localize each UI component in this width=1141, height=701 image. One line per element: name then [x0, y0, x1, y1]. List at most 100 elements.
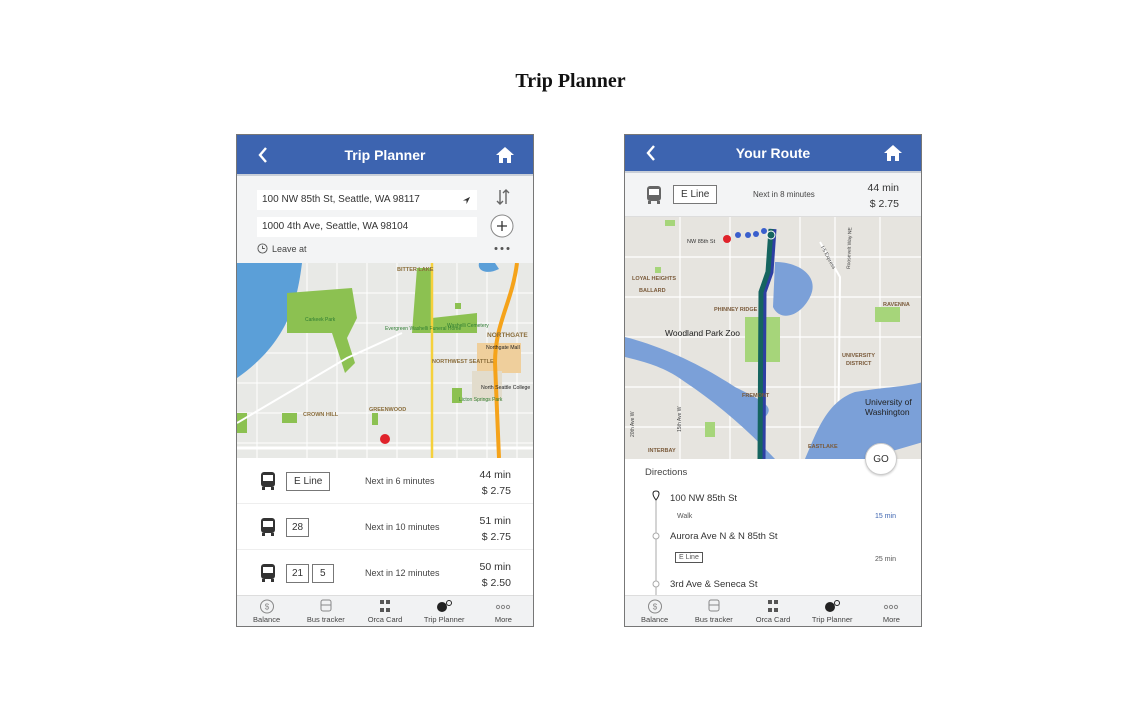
tab-balance[interactable]: $ Balance	[237, 596, 296, 626]
results-list: E Line Next in 6 minutes 44 min $ 2.75 28…	[237, 458, 533, 596]
tab-bus-tracker[interactable]: Bus tracker	[296, 596, 355, 626]
tab-label: Trip Planner	[423, 615, 465, 624]
map-pin-route-icon	[825, 600, 841, 612]
duration: 50 min	[479, 561, 511, 573]
to-input[interactable]: 1000 4th Ave, Seattle, WA 98104	[257, 217, 477, 237]
trip-planner-screen: Trip Planner 100 NW 85th St, Seattle, WA…	[236, 134, 534, 627]
leave-at-label: Leave at	[272, 243, 307, 254]
origin-pin	[380, 434, 390, 444]
map-label: CROWN HILL	[303, 412, 339, 418]
svg-text:$: $	[264, 603, 269, 612]
fare: $ 2.75	[481, 531, 511, 543]
map-label: Washelli Cemetery	[447, 323, 489, 329]
map-pin-route-icon	[437, 600, 453, 612]
tab-bar: $ Balance Bus tracker Orca Card Trip Plan…	[625, 595, 921, 626]
route-map[interactable]: NW 85th St LOYAL HEIGHTS BALLARD PHINNEY…	[625, 217, 922, 459]
result-row[interactable]: 28 Next in 10 minutes 51 min $ 2.75	[237, 504, 533, 550]
go-button[interactable]: GO	[865, 443, 897, 475]
stop-label: 100 NW 85th St	[670, 493, 738, 504]
chevron-left-icon[interactable]	[643, 143, 659, 163]
tab-label: More	[494, 615, 512, 624]
to-value: 1000 4th Ave, Seattle, WA 98104	[262, 221, 409, 232]
route-badge: 28	[286, 518, 310, 537]
route-badge: 21	[286, 564, 310, 583]
leg-time: 25 min	[874, 556, 896, 563]
tab-orca-card[interactable]: Orca Card	[355, 596, 414, 626]
tab-label: Bus tracker	[694, 615, 733, 624]
stop-label: 3rd Ave & Seneca St	[670, 579, 758, 590]
tab-balance[interactable]: $ Balance	[625, 596, 684, 626]
map-label: RAVENNA	[883, 302, 910, 308]
route-badge: 5	[312, 564, 334, 583]
bus-icon	[261, 564, 275, 582]
trip-map[interactable]: BITTER LAKE NORTHGATE NORTHWEST SEATTLE …	[237, 263, 534, 458]
route-badge: E Line	[673, 185, 718, 204]
from-value: 100 NW 85th St, Seattle, WA 98117	[262, 194, 420, 205]
qr-code-icon	[380, 600, 390, 612]
header: Trip Planner	[237, 135, 533, 176]
tab-orca-card[interactable]: Orca Card	[743, 596, 802, 626]
next-departure: Next in 6 minutes	[365, 475, 435, 486]
tab-label: Balance	[253, 615, 281, 624]
stop-label: Aurora Ave N & N 85th St	[670, 531, 778, 542]
map-label: Northgate Mall	[486, 345, 520, 351]
tab-more[interactable]: More	[474, 596, 533, 626]
leg-time: 15 min	[874, 513, 896, 520]
swap-icon[interactable]	[495, 188, 511, 206]
map-label: LOYAL HEIGHTS	[632, 276, 676, 282]
map-label: UNIVERSITY	[842, 353, 875, 359]
home-icon[interactable]	[883, 143, 903, 163]
result-row[interactable]: 21 5 Next in 12 minutes 50 min $ 2.50	[237, 550, 533, 596]
result-row[interactable]: E Line Next in 6 minutes 44 min $ 2.75	[237, 458, 533, 504]
dollar-circle-icon: $	[259, 599, 274, 614]
tab-label: Bus tracker	[306, 615, 345, 624]
route-badge: E Line	[286, 472, 331, 491]
leave-at-selector[interactable]: Leave at	[257, 243, 307, 254]
map-label: PHINNEY RIDGE	[714, 307, 758, 313]
tab-label: Orca Card	[367, 615, 403, 624]
map-label: EASTLAKE	[808, 444, 838, 450]
tab-bar: $ Balance Bus tracker Orca Card Trip Plan…	[237, 595, 533, 626]
bus-icon	[320, 599, 332, 612]
add-stop-button[interactable]	[490, 214, 514, 238]
map-label: INTERBAY	[648, 448, 676, 454]
from-input[interactable]: 100 NW 85th St, Seattle, WA 98117	[257, 190, 477, 210]
duration: 44 min	[479, 469, 511, 481]
dollar-circle-icon: $	[647, 599, 662, 614]
tab-label: Trip Planner	[811, 615, 853, 624]
map-label: GREENWOOD	[369, 407, 406, 413]
tab-label: Balance	[641, 615, 669, 624]
directions-panel: GO Directions 100 NW 85th St Walk 15 min…	[625, 443, 921, 597]
tab-label: Orca Card	[755, 615, 791, 624]
leg-mode: Walk	[677, 513, 693, 520]
more-dots-icon	[496, 604, 511, 610]
tab-trip-planner[interactable]: Trip Planner	[415, 596, 474, 626]
map-label: 20th Ave W	[630, 411, 636, 437]
map-label: DISTRICT	[846, 361, 872, 367]
chevron-left-icon[interactable]	[255, 145, 271, 165]
your-route-screen: Your Route E Line Next in 8 minutes 44 m…	[624, 134, 922, 627]
header-title: Your Route	[735, 145, 811, 161]
more-dots-icon	[884, 604, 899, 610]
map-label: NORTHWEST SEATTLE	[432, 359, 494, 365]
origin-pin	[723, 235, 731, 243]
more-options-icon[interactable]	[493, 246, 511, 251]
map-label: BALLARD	[639, 288, 666, 294]
map-label: NORTHGATE	[487, 332, 528, 339]
map-label: University of	[865, 397, 912, 407]
tab-trip-planner[interactable]: Trip Planner	[803, 596, 862, 626]
bus-icon	[261, 472, 275, 490]
location-arrow-icon[interactable]	[462, 196, 471, 205]
start-pin-icon	[652, 490, 660, 501]
map-label: BITTER LAKE	[397, 267, 434, 273]
home-icon[interactable]	[495, 145, 515, 165]
tab-bus-tracker[interactable]: Bus tracker	[684, 596, 743, 626]
duration: 44 min	[867, 182, 899, 194]
svg-text:$: $	[652, 603, 657, 612]
header-title: Trip Planner	[344, 146, 426, 163]
map-label: North Seattle College	[481, 385, 530, 391]
bus-icon	[261, 518, 275, 536]
tab-more[interactable]: More	[862, 596, 921, 626]
map-label: Woodland Park Zoo	[665, 328, 740, 338]
fare: $ 2.75	[481, 485, 511, 497]
